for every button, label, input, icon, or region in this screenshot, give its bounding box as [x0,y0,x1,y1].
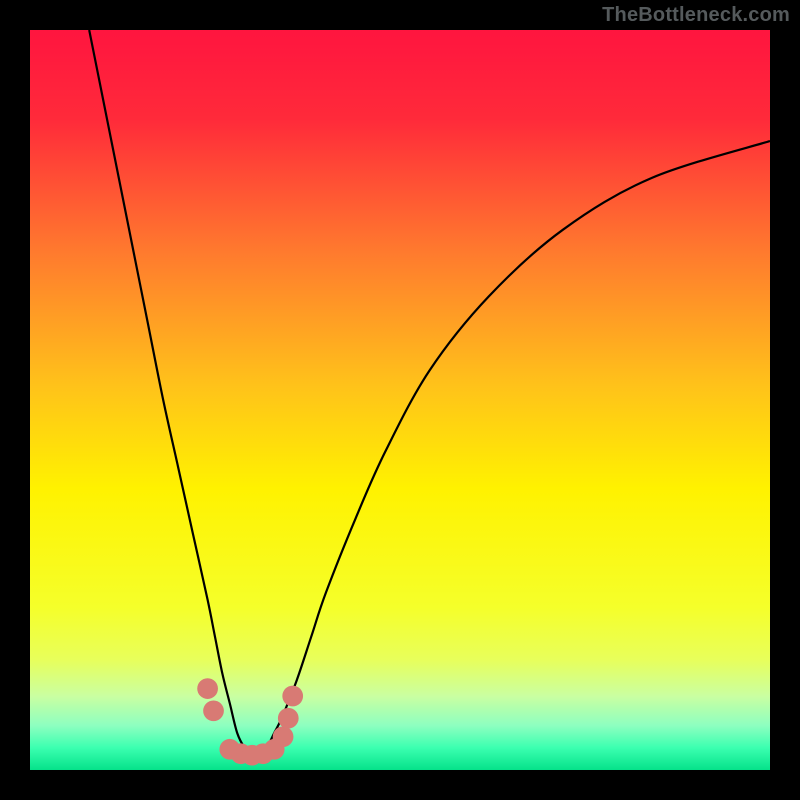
chart-frame: TheBottleneck.com [0,0,800,800]
curve-layer [30,30,770,770]
highlight-dot [282,686,303,707]
watermark-text: TheBottleneck.com [602,4,790,27]
highlight-dots [197,678,303,765]
plot-area [30,30,770,770]
highlight-dot [278,708,299,729]
highlight-dot [203,700,224,721]
highlight-dot [197,678,218,699]
bottleneck-curve [89,30,770,756]
highlight-dot [273,726,294,747]
